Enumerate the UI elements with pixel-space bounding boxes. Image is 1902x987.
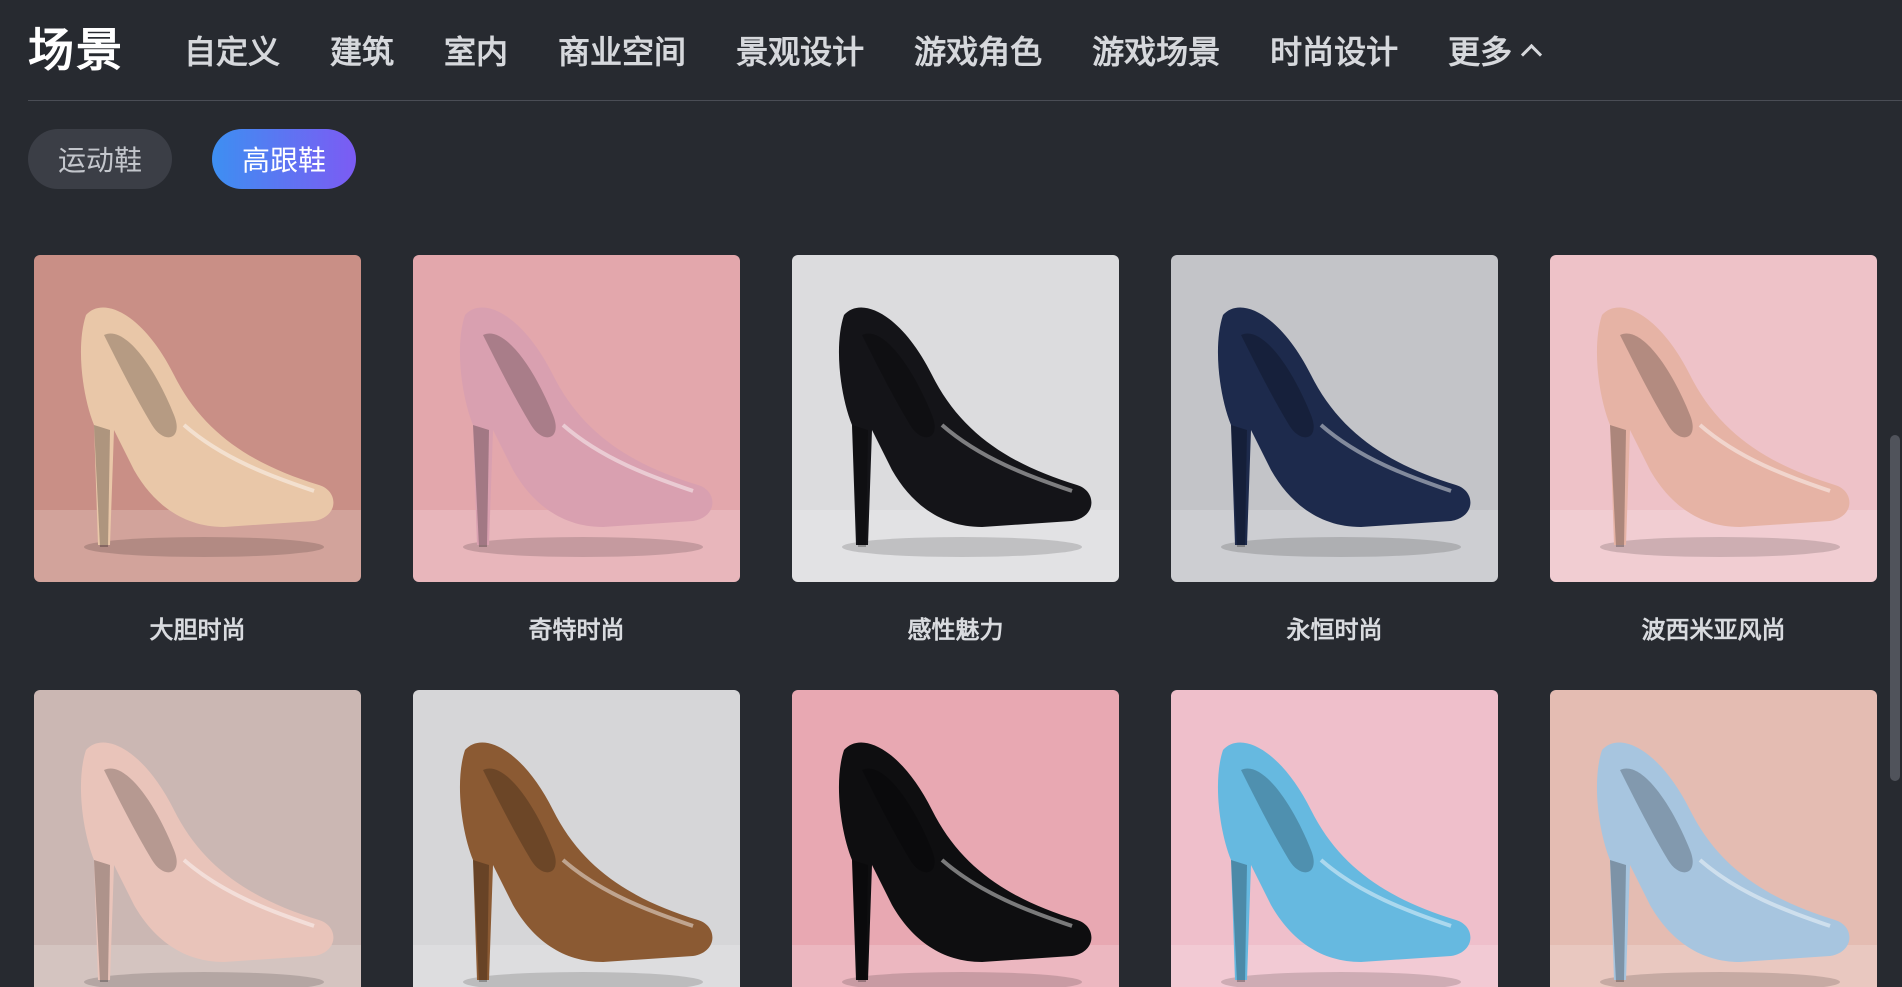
style-card[interactable] — [1550, 690, 1877, 987]
high-heel-shoe-image — [792, 690, 1119, 987]
style-thumbnail — [792, 690, 1119, 987]
category-tabs: 自定义 建筑 室内 商业空间 景观设计 游戏角色 游戏场景 时尚设计 更多 — [184, 0, 1589, 100]
style-card[interactable]: 感性魅力 — [792, 255, 1119, 645]
tab-more-label: 更多 — [1448, 33, 1513, 71]
style-thumbnail — [34, 255, 361, 582]
tab-game-scene[interactable]: 游戏场景 — [1092, 27, 1220, 73]
style-card[interactable] — [34, 690, 361, 987]
style-card-label: 波西米亚风尚 — [1641, 616, 1786, 644]
style-thumbnail — [792, 255, 1119, 582]
style-thumbnail — [1550, 690, 1877, 987]
style-thumbnail — [34, 690, 361, 987]
high-heel-shoe-image — [34, 690, 361, 987]
high-heel-shoe-image — [1171, 255, 1498, 582]
style-thumbnail — [1550, 255, 1877, 582]
tab-fashion-design[interactable]: 时尚设计 — [1270, 27, 1398, 73]
scrollbar[interactable] — [1888, 215, 1902, 987]
style-card-label: 奇特时尚 — [528, 616, 625, 644]
style-thumbnail — [413, 255, 740, 582]
tab-architecture[interactable]: 建筑 — [330, 27, 394, 73]
style-card[interactable] — [413, 690, 740, 987]
style-thumbnail — [1171, 255, 1498, 582]
high-heel-shoe-image — [34, 255, 361, 582]
tab-more[interactable]: 更多 — [1448, 27, 1543, 73]
style-card[interactable]: 永恒时尚 — [1171, 255, 1498, 645]
style-card[interactable]: 奇特时尚 — [413, 255, 740, 645]
high-heel-shoe-image — [1550, 255, 1877, 582]
tab-landscape-design[interactable]: 景观设计 — [736, 27, 864, 73]
high-heel-shoe-image — [413, 255, 740, 582]
high-heel-shoe-image — [1550, 690, 1877, 987]
scrollbar-thumb[interactable] — [1890, 435, 1900, 781]
tab-commercial-space[interactable]: 商业空间 — [558, 27, 686, 73]
tab-custom[interactable]: 自定义 — [184, 27, 280, 73]
subcategory-pills: 运动鞋 高跟鞋 — [28, 129, 357, 189]
high-heel-shoe-image — [413, 690, 740, 987]
tab-interior[interactable]: 室内 — [444, 27, 508, 73]
style-card[interactable]: 大胆时尚 — [34, 255, 361, 645]
style-card[interactable] — [1171, 690, 1498, 987]
style-card[interactable]: 波西米亚风尚 — [1550, 255, 1877, 645]
style-card[interactable] — [792, 690, 1119, 987]
high-heel-shoe-image — [792, 255, 1119, 582]
high-heel-shoe-image — [1171, 690, 1498, 987]
scene-page: 场景 自定义 建筑 室内 商业空间 景观设计 游戏角色 游戏场景 时尚设计 更多… — [0, 0, 1902, 987]
style-card-label: 大胆时尚 — [149, 616, 246, 644]
page-title: 场景 — [28, 23, 124, 77]
top-navigation: 场景 自定义 建筑 室内 商业空间 景观设计 游戏角色 游戏场景 时尚设计 更多 — [28, 0, 1902, 101]
style-card-label: 感性魅力 — [907, 616, 1004, 644]
style-card-label: 永恒时尚 — [1286, 616, 1383, 644]
style-thumbnail — [413, 690, 740, 987]
chevron-up-icon — [1521, 43, 1543, 65]
pill-sneakers[interactable]: 运动鞋 — [28, 129, 173, 189]
style-thumbnail — [1171, 690, 1498, 987]
tab-game-character[interactable]: 游戏角色 — [914, 27, 1042, 73]
pill-high-heels[interactable]: 高跟鞋 — [212, 129, 357, 189]
